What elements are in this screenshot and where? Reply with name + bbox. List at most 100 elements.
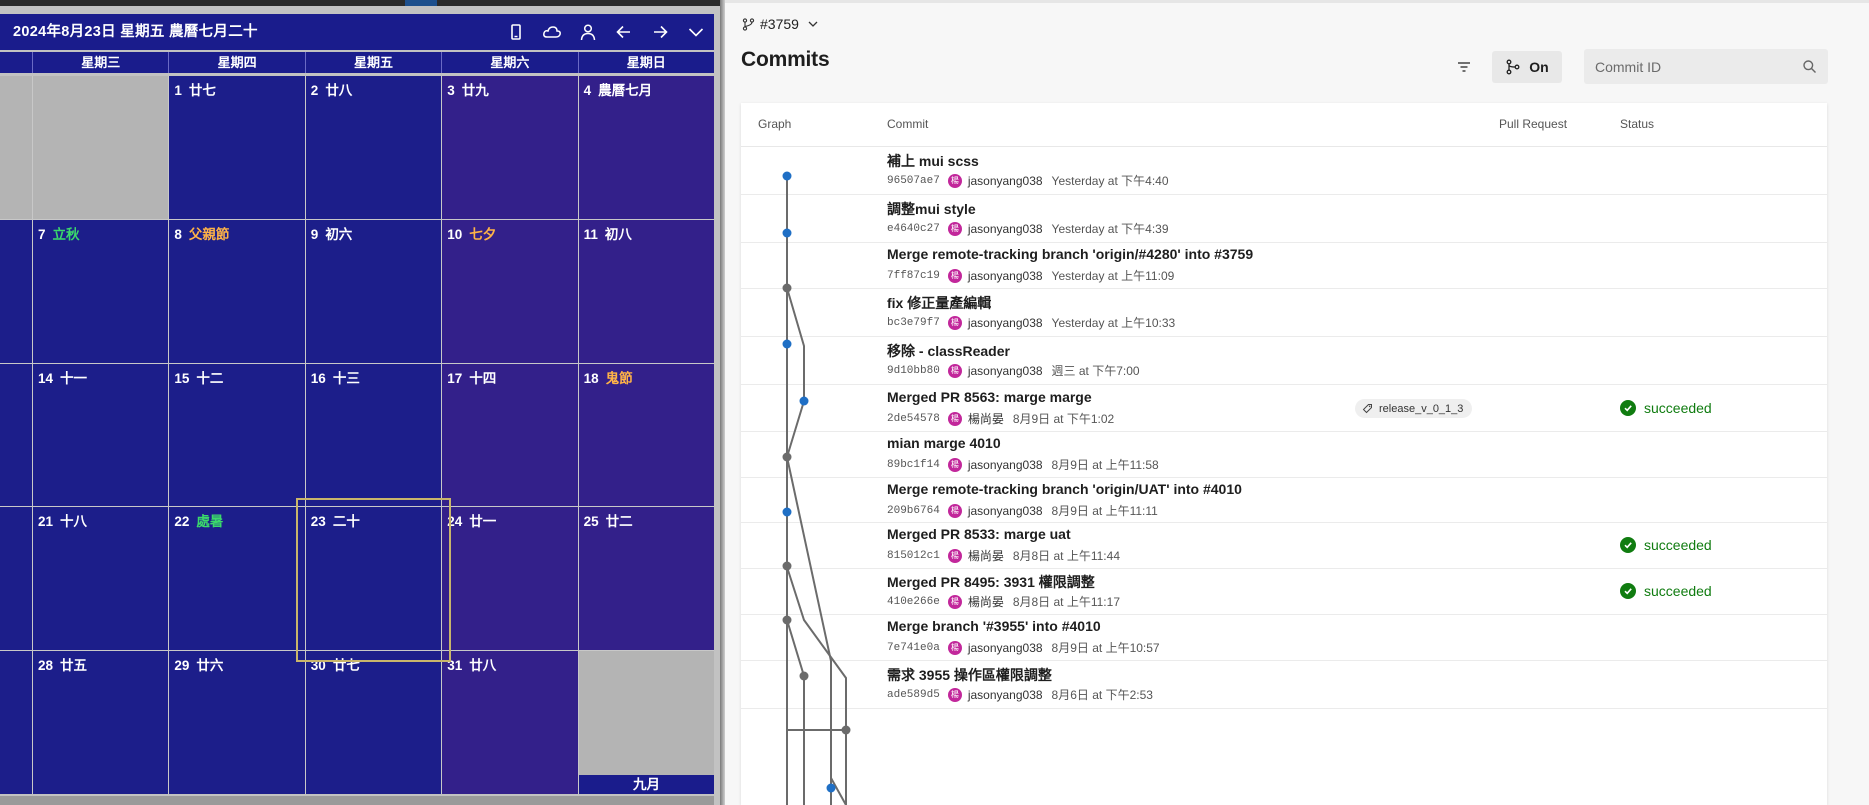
arrow-left-icon[interactable]: [611, 19, 637, 45]
commit-message[interactable]: 調整mui style: [887, 199, 976, 219]
arrow-right-icon[interactable]: [647, 19, 673, 45]
table-row[interactable]: Merge remote-tracking branch 'origin/UAT…: [741, 477, 1827, 523]
calendar-day-cell[interactable]: 31 廿八: [442, 651, 578, 794]
calendar-day-cell[interactable]: 4 農曆七月: [578, 76, 714, 219]
chevron-down-icon[interactable]: [683, 19, 709, 45]
weekday-sun: 星期日: [577, 52, 714, 73]
commit-node[interactable]: [799, 671, 809, 681]
commit-node[interactable]: [782, 339, 792, 349]
calendar-day-cell[interactable]: 15 十二: [169, 363, 305, 507]
commit-id[interactable]: bc3e79f7: [887, 317, 940, 329]
calendar-day-cell[interactable]: 25 廿二: [578, 507, 714, 651]
commit-message[interactable]: 需求 3955 操作區權限調整: [887, 665, 1052, 685]
calendar-day-cell[interactable]: 17 十四: [442, 363, 578, 507]
table-row[interactable]: Merge branch '#3955' into #4010 7e741e0a 楊…: [741, 614, 1827, 661]
commit-meta: 96507ae7 楊 jasonyang038 Yesterday at 下午4:40: [887, 172, 1169, 189]
commit-node[interactable]: [841, 725, 851, 735]
commit-node[interactable]: [799, 396, 809, 406]
graph-icon: [1506, 59, 1520, 75]
table-row[interactable]: fix 修正量產編輯 bc3e79f7 楊 jasonyang038 Yesterday…: [741, 288, 1827, 337]
avatar: 楊: [947, 363, 962, 378]
calendar-day-cell[interactable]: 16 十三: [305, 363, 442, 507]
commit-time: 8月9日 at 上午11:11: [1051, 504, 1158, 518]
commit-id[interactable]: 815012c1: [887, 550, 940, 562]
calendar-day-cell[interactable]: 30 廿七: [305, 651, 442, 794]
commit-node[interactable]: [782, 228, 792, 238]
commit-id[interactable]: 2de54578: [887, 413, 940, 425]
table-row[interactable]: Merge remote-tracking branch 'origin/#42…: [741, 242, 1827, 289]
commit-id[interactable]: 410e266e: [887, 596, 940, 608]
commit-id[interactable]: 7e741e0a: [887, 642, 940, 654]
branch-tag[interactable]: release_v_0_1_3: [1355, 399, 1473, 418]
calendar-day-cell[interactable]: 9 初六: [305, 219, 442, 363]
commit-id[interactable]: 96507ae7: [887, 175, 940, 187]
commit-id-search-input[interactable]: [1584, 49, 1828, 84]
table-row[interactable]: mian marge 4010 89bc1f14 楊 jasonyang038 8月9日…: [741, 431, 1827, 478]
commit-message[interactable]: Merge remote-tracking branch 'origin/#42…: [887, 246, 1253, 262]
next-month-label[interactable]: 九月: [579, 775, 714, 794]
commit-message[interactable]: Merged PR 8495: 3931 權限調整: [887, 572, 1095, 592]
commit-id[interactable]: 7ff87c19: [887, 270, 940, 282]
lunar-date: 廿八: [469, 658, 497, 674]
commit-message[interactable]: Merge branch '#3955' into #4010: [887, 618, 1101, 634]
commit-node[interactable]: [782, 283, 792, 293]
table-row[interactable]: 移除 - classReader 9d10bb80 楊 jasonyang038 週三 …: [741, 336, 1827, 385]
lunar-date: 父親節: [188, 226, 230, 242]
branch-selector[interactable]: #3759: [742, 14, 824, 34]
graph-toggle-button[interactable]: On: [1492, 51, 1562, 83]
table-row[interactable]: 需求 3955 操作區權限調整 ade589d5 楊 jasonyang038 8月6日…: [741, 660, 1827, 709]
commit-node[interactable]: [782, 615, 792, 625]
commit-message[interactable]: 移除 - classReader: [887, 341, 1010, 361]
calendar-day-cell[interactable]: 11 初八: [578, 219, 714, 363]
calendar-day-cell[interactable]: 10 七夕: [442, 219, 578, 363]
table-row[interactable]: 補上 mui scss 96507ae7 楊 jasonyang038 Yesterda…: [741, 146, 1827, 195]
commit-message[interactable]: Merge remote-tracking branch 'origin/UAT…: [887, 481, 1242, 497]
table-row[interactable]: Merged PR 8533: marge uat 815012c1 楊楊尚晏 8月8…: [741, 522, 1827, 569]
calendar-day-cell[interactable]: 24 廿一: [442, 507, 578, 651]
commit-message[interactable]: mian marge 4010: [887, 435, 1001, 451]
phone-icon[interactable]: [503, 19, 529, 45]
calendar-day-cell[interactable]: 14 十一: [33, 363, 169, 507]
commit-message[interactable]: fix 修正量產編輯: [887, 293, 991, 313]
commit-id[interactable]: ade589d5: [887, 689, 940, 701]
calendar-day-cell[interactable]: 7 立秋: [33, 219, 169, 363]
top-strip-indicator: [405, 0, 437, 6]
calendar-grid: 1 廿七 2 廿八 3 廿九 4 農曆七月 7 立秋 8 父親節 9 初六 10 七夕 11 初八 14 十一 15 十二…: [0, 76, 714, 794]
commit-message[interactable]: Merged PR 8533: marge uat: [887, 526, 1071, 542]
weekday-thu: 星期四: [168, 52, 304, 73]
status-badge[interactable]: succeeded: [1620, 537, 1712, 553]
cloud-icon[interactable]: [539, 19, 565, 45]
lunar-date: 初六: [325, 226, 353, 242]
calendar-day-cell[interactable]: 29 廿六: [169, 651, 305, 794]
calendar-day-cell[interactable]: 21 十八: [33, 507, 169, 651]
commit-id[interactable]: e4640c27: [887, 223, 940, 235]
table-row[interactable]: Merged PR 8563: marge marge 2de54578 楊楊尚晏 8…: [741, 384, 1827, 432]
commit-node[interactable]: [782, 507, 792, 517]
status-badge[interactable]: succeeded: [1620, 583, 1712, 599]
commit-node[interactable]: [826, 783, 836, 793]
calendar-day-cell[interactable]: 22 處暑: [169, 507, 305, 651]
commit-id[interactable]: 89bc1f14: [887, 459, 940, 471]
commit-node[interactable]: [782, 452, 792, 462]
commit-id[interactable]: 9d10bb80: [887, 365, 940, 377]
search-icon[interactable]: [1802, 59, 1817, 74]
commit-author: jasonyang038: [967, 315, 1043, 330]
commit-author: jasonyang038: [967, 503, 1043, 518]
calendar-day-cell[interactable]: 28 廿五: [33, 651, 169, 794]
commit-message[interactable]: Merged PR 8563: marge marge: [887, 389, 1092, 405]
calendar-day-cell[interactable]: 8 父親節: [169, 219, 305, 363]
calendar-day-cell[interactable]: 1 廿七: [169, 76, 305, 219]
table-row[interactable]: Merged PR 8495: 3931 權限調整 410e266e 楊楊尚晏 8月8…: [741, 568, 1827, 615]
calendar-day-cell[interactable]: 3 廿九: [442, 76, 578, 219]
commit-message[interactable]: 補上 mui scss: [887, 151, 979, 171]
status-badge[interactable]: succeeded: [1620, 400, 1712, 416]
commit-node[interactable]: [782, 171, 792, 181]
calendar-day-cell[interactable]: 18 鬼節: [578, 363, 714, 507]
filter-icon[interactable]: [1455, 58, 1473, 76]
commit-node[interactable]: [782, 561, 792, 571]
person-icon[interactable]: [575, 19, 601, 45]
table-row[interactable]: 調整mui style e4640c27 楊 jasonyang038 Yesterda…: [741, 194, 1827, 243]
calendar-day-cell[interactable]: 2 廿八: [305, 76, 442, 219]
day-label: 2 廿八: [311, 79, 353, 99]
commit-id[interactable]: 209b6764: [887, 505, 940, 517]
